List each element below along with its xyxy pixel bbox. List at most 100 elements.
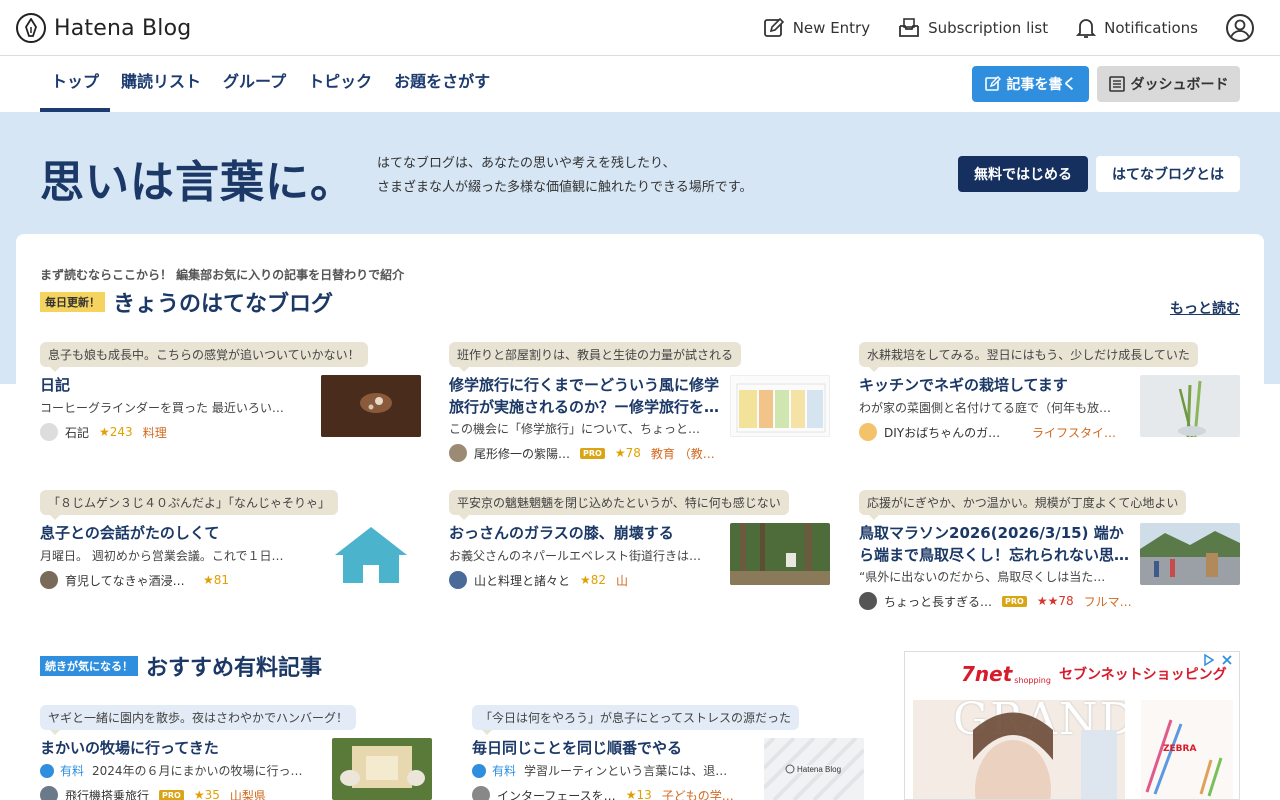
card-author[interactable]: 育児してなきゃ酒浸り…	[65, 572, 193, 589]
hero-title: 思いは言葉に。	[40, 157, 355, 208]
card-author[interactable]: DIYおばちゃんのガー…	[884, 424, 1012, 441]
ad-brand-logo: 7net	[961, 662, 1013, 686]
hatena-blog-logo[interactable]: Hatena Blog	[16, 13, 191, 43]
paid-label: 有料	[492, 764, 517, 778]
card-thumbnail[interactable]	[730, 375, 830, 437]
card-stars: ★243	[99, 425, 133, 439]
card-meta: ちょっと長すぎる… PRO ★★78 フルマ…	[859, 592, 1139, 610]
card-stars: ★13	[625, 788, 652, 800]
today-section-title: きょうのはてなブログ	[113, 292, 334, 317]
advertisement[interactable]: 7net shopping セブンネットショッピング GRAND ZEBRA	[904, 651, 1240, 800]
continue-reading-badge: 続きが気になる！	[40, 656, 138, 676]
author-avatar[interactable]	[449, 444, 467, 462]
card-title[interactable]: 息子との会話がたのしくて	[40, 522, 310, 544]
card-thumbnail[interactable]	[332, 738, 432, 800]
card-title[interactable]: キッチンでネギの栽培してます	[859, 374, 1129, 396]
tab-find-themes[interactable]: お題をさがす	[383, 56, 501, 112]
new-entry-button[interactable]: New Entry	[763, 17, 870, 39]
about-hatena-blog-button[interactable]: はてなブログとは	[1096, 156, 1240, 192]
card-bubble: 班作りと部屋割りは、教員と生徒の力量が試される	[449, 342, 742, 372]
pencil-icon	[984, 76, 1001, 91]
yen-icon	[472, 763, 486, 778]
author-avatar[interactable]	[40, 423, 58, 441]
write-entry-label: 記事を書く	[1006, 77, 1077, 93]
author-avatar[interactable]	[449, 571, 467, 589]
tab-subscriptions[interactable]: 購読リスト	[110, 56, 212, 112]
card-thumbnail[interactable]: Hatena Blog	[764, 738, 864, 800]
read-more-link[interactable]: もっと読む	[1170, 298, 1240, 318]
svg-text:Hatena Blog: Hatena Blog	[797, 765, 841, 774]
card-tag[interactable]: 山	[616, 572, 628, 589]
start-free-button[interactable]: 無料ではじめる	[958, 156, 1088, 192]
card-tag[interactable]: 子どもの学…	[662, 787, 734, 800]
card-bubble: ヤギと一緒に園内を散歩。夜はさわやかでハンバーグ！	[40, 705, 357, 735]
write-entry-button[interactable]: 記事を書く	[972, 66, 1089, 102]
card-title[interactable]: 鳥取マラソン2026(2026/3/15) 端から端まで鳥取尽くし！忘れられない…	[859, 522, 1129, 566]
ad-magazine-image: GRAND	[913, 700, 1125, 799]
ad-zebra-logo: ZEBRA	[1163, 744, 1197, 754]
card-title[interactable]: 修学旅行に行くまでーどういう風に修学旅行が実施されるのか？ー修学旅行を…	[449, 374, 719, 418]
card-tag[interactable]: ライフスタイ…	[1032, 424, 1116, 441]
article-card[interactable]: 「８じムゲン３じ４０ぷんだよ」「なんじゃそりゃ」 息子との会話がたのしくて 月曜…	[40, 490, 421, 610]
card-excerpt: この機会に「修学旅行」について、ちょっと…	[449, 422, 701, 436]
author-avatar[interactable]	[40, 786, 58, 800]
hero-desc-line-1: はてなブログは、あなたの思いや考えを残したり、	[377, 156, 676, 171]
article-card[interactable]: 息子も娘も成長中。こちらの感覚が追いついていかない！ 日記 コーヒーグラインダー…	[40, 342, 421, 462]
paid-section-header: 続きが気になる！ おすすめ有料記事	[40, 650, 322, 682]
card-thumbnail[interactable]	[321, 523, 421, 585]
card-author[interactable]: ちょっと長すぎる…	[884, 593, 992, 610]
card-author[interactable]: 尾形修一の紫陽…	[474, 445, 570, 462]
today-section-header: 毎日更新！ きょうのはてなブログ	[40, 286, 333, 318]
tab-groups[interactable]: グループ	[212, 56, 297, 112]
card-meta: 飛行機搭乗旅行 PRO ★35 山梨県	[40, 786, 320, 800]
ad-header: 7net shopping セブンネットショッピング	[961, 662, 1227, 686]
dashboard-label: ダッシュボード	[1130, 77, 1229, 93]
card-bubble: 「今日は何をやろう」が息子にとってストレスの源だった	[472, 705, 800, 735]
author-avatar[interactable]	[859, 423, 877, 441]
article-card[interactable]: 班作りと部屋割りは、教員と生徒の力量が試される 修学旅行に行くまでーどういう風に…	[449, 342, 830, 462]
card-meta: 尾形修一の紫陽… PRO ★78 教育 （教…	[449, 444, 729, 462]
user-avatar[interactable]	[1226, 14, 1254, 42]
tab-top[interactable]: トップ	[40, 56, 111, 112]
card-thumbnail[interactable]	[730, 523, 830, 585]
card-meta: 山と料理と諸々と ★82 山	[449, 571, 729, 589]
card-stars: ★78	[614, 446, 641, 460]
ad-headline: セブンネットショッピング	[1058, 667, 1227, 683]
card-tag[interactable]: フルマ…	[1084, 593, 1132, 610]
paid-section-title: おすすめ有料記事	[146, 656, 323, 681]
subscription-list-label: Subscription list	[928, 19, 1049, 37]
author-avatar[interactable]	[859, 592, 877, 610]
article-card[interactable]: 平安京の魑魅魍魎を閉じ込めたというが、特に何も感じない おっさんのガラスの膝、崩…	[449, 490, 830, 610]
card-tag[interactable]: 料理	[143, 424, 167, 441]
card-title[interactable]: おっさんのガラスの膝、崩壊する	[449, 522, 719, 544]
article-card[interactable]: 水耕栽培をしてみる。翌日にはもう、少しだけ成長していた キッチンでネギの栽培して…	[859, 342, 1240, 462]
card-thumbnail[interactable]	[321, 375, 421, 437]
notifications-button[interactable]: Notifications	[1076, 17, 1198, 39]
card-author[interactable]: 山と料理と諸々と	[474, 572, 570, 589]
card-author[interactable]: 石記	[65, 424, 89, 441]
card-bubble: 息子も娘も成長中。こちらの感覚が追いついていかない！	[40, 342, 368, 372]
card-title[interactable]: 毎日同じことを同じ順番でやる	[472, 737, 742, 759]
card-meta: 石記 ★243 料理	[40, 423, 320, 441]
pro-badge: PRO	[580, 447, 605, 459]
dashboard-button[interactable]: ダッシュボード	[1097, 66, 1240, 102]
card-tag[interactable]: 山梨県	[230, 787, 266, 800]
card-title[interactable]: 日記	[40, 374, 310, 396]
card-excerpt: “県外に出ないのだから、鳥取尽くしは当た…	[859, 570, 1106, 584]
card-title[interactable]: まかいの牧場に行ってきた	[40, 737, 310, 759]
tab-topics[interactable]: トピック	[297, 56, 383, 112]
card-tag[interactable]: 教育 （教…	[651, 445, 715, 462]
card-bubble: 平安京の魑魅魍魎を閉じ込めたというが、特に何も感じない	[449, 490, 789, 520]
subscription-list-button[interactable]: Subscription list	[898, 17, 1048, 39]
ad-pen-image: ZEBRA	[1141, 700, 1233, 799]
author-avatar[interactable]	[40, 571, 58, 589]
article-card[interactable]: 応援がにぎやか、かつ温かい。規模が丁度よくて心地よい 鳥取マラソン2026(20…	[859, 490, 1240, 610]
card-author[interactable]: 飛行機搭乗旅行	[65, 787, 149, 800]
card-thumbnail[interactable]	[1140, 523, 1240, 585]
card-thumbnail[interactable]	[1140, 375, 1240, 437]
card-stars: ★81	[203, 573, 230, 587]
paid-article-card[interactable]: 「今日は何をやろう」が息子にとってストレスの源だった 毎日同じことを同じ順番でや…	[472, 705, 864, 800]
author-avatar[interactable]	[472, 786, 490, 800]
card-author[interactable]: インターフェースを…	[497, 787, 616, 800]
paid-article-card[interactable]: ヤギと一緒に園内を散歩。夜はさわやかでハンバーグ！ まかいの牧場に行ってきた 有…	[40, 705, 432, 800]
